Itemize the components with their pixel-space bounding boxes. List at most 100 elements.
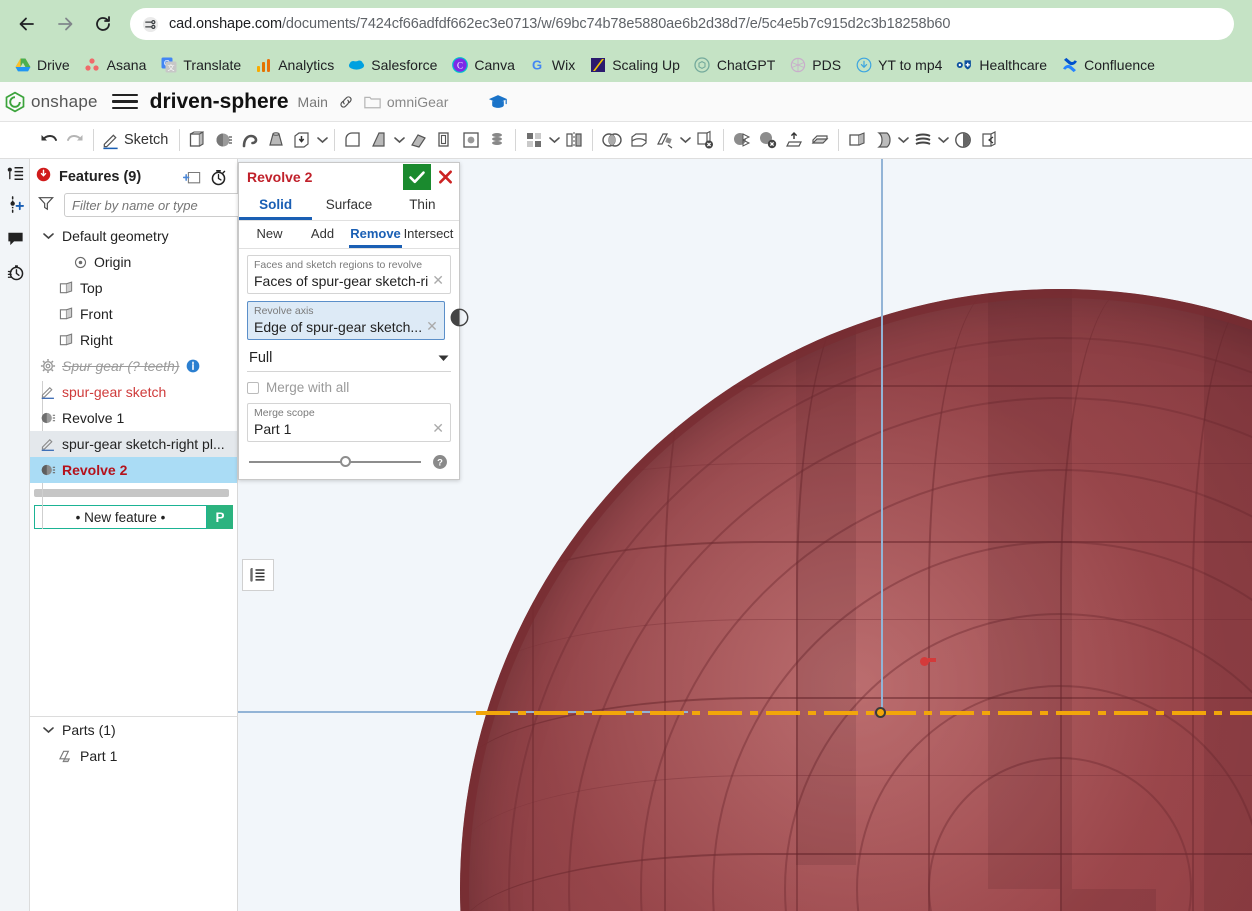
chevron-down-icon[interactable] — [38, 232, 58, 240]
comment-icon[interactable] — [0, 221, 30, 255]
undo-icon[interactable] — [36, 125, 62, 155]
rib-icon[interactable] — [458, 125, 484, 155]
variable-icon[interactable] — [950, 125, 976, 155]
tab-add[interactable]: Add — [296, 221, 349, 248]
graduation-cap-icon[interactable] — [488, 94, 508, 110]
help-question-icon[interactable]: ? — [431, 453, 449, 471]
onshape-logo[interactable]: onshape — [4, 91, 98, 113]
search-input[interactable] — [64, 193, 258, 217]
clear-x-icon[interactable]: ✕ — [428, 272, 444, 289]
add-folder-icon[interactable] — [179, 165, 205, 189]
tree-item-spur-gear-sketch-right-plane[interactable]: spur-gear sketch-right pl... — [30, 431, 237, 457]
bookmark-healthcare[interactable]: Healthcare — [950, 51, 1055, 79]
bookmark-wix[interactable]: G Wix — [523, 51, 583, 79]
split-icon[interactable] — [626, 125, 652, 155]
draft-icon[interactable] — [406, 125, 432, 155]
link-icon[interactable] — [338, 94, 354, 110]
revolve-axis-highlight[interactable] — [476, 711, 1252, 715]
bookmark-asana[interactable]: Asana — [78, 51, 155, 79]
extrude-icon[interactable] — [185, 125, 211, 155]
revolve-axis-field[interactable]: Revolve axis Edge of spur-gear sketch...… — [247, 301, 445, 340]
delete-face-icon[interactable] — [755, 125, 781, 155]
loft-icon[interactable] — [263, 125, 289, 155]
tree-item-right[interactable]: Right — [30, 327, 237, 353]
chevron-down-icon[interactable] — [678, 136, 692, 144]
tree-item-revolve-1[interactable]: Revolve 1 — [30, 405, 237, 431]
bookmark-analytics[interactable]: Analytics — [249, 51, 342, 79]
thread-icon[interactable] — [484, 125, 510, 155]
assembly-icon[interactable] — [976, 125, 1002, 155]
branch-label[interactable]: Main — [298, 94, 328, 110]
plane-icon[interactable] — [844, 125, 870, 155]
parts-section-header[interactable]: Parts (1) — [30, 717, 238, 743]
site-settings-icon[interactable] — [142, 16, 159, 33]
replace-face-icon[interactable] — [781, 125, 807, 155]
chevron-down-icon[interactable] — [315, 136, 329, 144]
tree-item-front[interactable]: Front — [30, 301, 237, 327]
hole-icon[interactable] — [289, 125, 315, 155]
bookmark-translate[interactable]: G文 Translate — [154, 51, 249, 79]
move-face-icon[interactable] — [729, 125, 755, 155]
bookmark-pds[interactable]: PDS — [783, 51, 849, 79]
redo-icon[interactable] — [62, 125, 88, 155]
sphere-model[interactable] — [460, 289, 1252, 911]
boolean-icon[interactable] — [598, 125, 626, 155]
revolve-extent-select[interactable]: Full — [247, 347, 451, 372]
pattern-icon[interactable] — [521, 125, 547, 155]
transform-icon[interactable] — [652, 125, 678, 155]
sphere-body[interactable] — [460, 289, 1252, 911]
sweep-icon[interactable] — [237, 125, 263, 155]
tree-item-spur-gear-sketch[interactable]: spur-gear sketch — [30, 379, 237, 405]
bookmark-canva[interactable]: C Canva — [445, 51, 522, 79]
bookmark-scaling-up[interactable]: Scaling Up — [583, 51, 688, 79]
chevron-down-icon[interactable] — [392, 136, 406, 144]
revolve-icon[interactable] — [211, 125, 237, 155]
bookmark-salesforce[interactable]: Salesforce — [342, 51, 445, 79]
tab-intersect[interactable]: Intersect — [402, 221, 455, 248]
checkbox-box[interactable] — [247, 381, 259, 394]
folder-breadcrumb[interactable]: omniGear — [364, 94, 448, 110]
error-badge-icon[interactable] — [36, 167, 51, 187]
sheet-metal-icon[interactable] — [910, 125, 936, 155]
chevron-down-icon[interactable] — [896, 136, 910, 144]
slider-knob[interactable] — [340, 456, 352, 467]
curve-icon[interactable] — [870, 125, 896, 155]
back-arrow-icon[interactable] — [10, 7, 44, 41]
bookmark-confluence[interactable]: Confluence — [1055, 51, 1163, 79]
new-feature-button[interactable]: • New feature • — [34, 505, 207, 529]
display-list-icon[interactable] — [242, 559, 274, 591]
address-bar[interactable]: cad.onshape.com/documents/7424cf66adfdf6… — [130, 8, 1234, 40]
enclose-icon[interactable] — [807, 125, 833, 155]
chevron-down-icon[interactable] — [38, 726, 58, 734]
reload-icon[interactable] — [86, 7, 120, 41]
faces-to-revolve-field[interactable]: Faces and sketch regions to revolve Face… — [247, 255, 451, 294]
origin-point[interactable] — [875, 707, 886, 718]
bookmark-chatgpt[interactable]: ChatGPT — [688, 51, 783, 79]
merge-scope-field[interactable]: Merge scope Part 1 ✕ — [247, 403, 451, 442]
hamburger-menu-icon[interactable] — [111, 91, 138, 113]
shell-icon[interactable] — [432, 125, 458, 155]
clear-x-icon[interactable]: ✕ — [428, 420, 444, 437]
tree-item-origin[interactable]: Origin — [30, 249, 237, 275]
merge-with-all-checkbox[interactable]: Merge with all — [247, 380, 451, 395]
tree-item-top[interactable]: Top — [30, 275, 237, 301]
new-feature-part-studio-badge[interactable]: P — [207, 505, 233, 529]
bookmark-drive[interactable]: Drive — [8, 51, 78, 79]
tree-item-spur-gear[interactable]: Spur gear (? teeth) — [30, 353, 237, 379]
history-icon[interactable] — [0, 255, 30, 289]
chamfer-icon[interactable] — [366, 125, 392, 155]
chevron-down-icon[interactable] — [547, 136, 561, 144]
tab-new[interactable]: New — [243, 221, 296, 248]
cancel-button[interactable] — [431, 164, 459, 190]
opacity-slider[interactable] — [249, 455, 421, 469]
tree-scroll-indicator[interactable] — [34, 489, 229, 497]
fillet-icon[interactable] — [340, 125, 366, 155]
sketch-button[interactable]: Sketch — [99, 131, 174, 150]
page-title[interactable]: driven-sphere — [150, 90, 289, 114]
feature-list-icon[interactable] — [0, 159, 30, 187]
tab-surface[interactable]: Surface — [312, 191, 385, 220]
tree-item-revolve-2[interactable]: Revolve 2 — [30, 457, 237, 483]
delete-part-icon[interactable] — [692, 125, 718, 155]
clear-x-icon[interactable]: ✕ — [422, 318, 438, 335]
part-list-item[interactable]: Part 1 — [30, 743, 238, 769]
